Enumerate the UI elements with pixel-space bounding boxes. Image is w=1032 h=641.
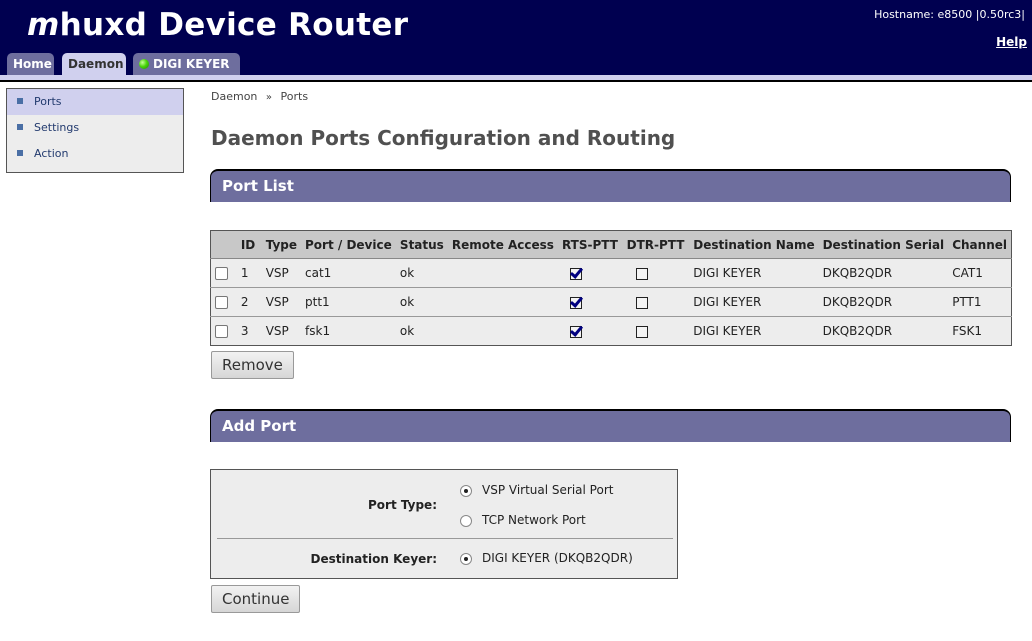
cell-remote-access <box>447 287 558 317</box>
tab-home[interactable]: Home <box>7 53 54 75</box>
section-title: Add Port <box>222 417 297 435</box>
port-type-vsp-radio[interactable]: VSP Virtual Serial Port <box>460 483 613 497</box>
dtr-ptt-checkbox[interactable] <box>635 296 648 309</box>
cell-remote-access <box>447 316 558 346</box>
cell-destination-serial: DKQB2QDR <box>818 316 949 346</box>
cell-destination-serial: DKQB2QDR <box>818 258 949 288</box>
rts-ptt-checkbox[interactable] <box>569 267 582 280</box>
port-list-section-header: Port List <box>210 169 1011 202</box>
page-title: Daemon Ports Configuration and Routing <box>211 126 676 150</box>
dtr-ptt-checkbox[interactable] <box>635 325 648 338</box>
table-row: 3 VSP fsk1 ok DIGI KEYER DKQB2QDR FSK1 <box>210 316 1012 346</box>
breadcrumb-separator: » <box>265 92 273 103</box>
cell-type: VSP <box>261 287 302 317</box>
sidebar-item-ports[interactable]: Ports <box>7 89 183 115</box>
radio-selected-icon <box>460 484 472 497</box>
breadcrumb: Daemon » Ports <box>211 90 308 103</box>
hostname-label: Hostname: e8500 |0.50rc3| <box>874 8 1025 21</box>
section-title: Port List <box>222 177 294 195</box>
col-device: Port / Device <box>301 230 396 259</box>
cell-id: 3 <box>236 316 262 346</box>
cell-device: fsk1 <box>301 316 396 346</box>
cell-id: 2 <box>236 287 262 317</box>
tab-daemon[interactable]: Daemon <box>62 53 126 75</box>
table-row: 2 VSP ptt1 ok DIGI KEYER DKQB2QDR PTT1 <box>210 287 1012 317</box>
rts-ptt-checkbox[interactable] <box>569 296 582 309</box>
add-port-section-header: Add Port <box>210 409 1011 442</box>
col-select <box>210 230 237 259</box>
row-select-checkbox[interactable] <box>215 267 228 280</box>
radio-selected-icon <box>460 552 472 565</box>
cell-channel: CAT1 <box>948 258 1012 288</box>
cell-remote-access <box>447 258 558 288</box>
cell-device: ptt1 <box>301 287 396 317</box>
table-row: 1 VSP cat1 ok DIGI KEYER DKQB2QDR CAT1 <box>210 258 1012 288</box>
form-divider <box>217 538 673 539</box>
col-rts-ptt: RTS-PTT <box>557 230 623 259</box>
table-header-row: ID Type Port / Device Status Remote Acce… <box>210 230 1012 259</box>
breadcrumb-ports: Ports <box>280 90 309 103</box>
port-type-label: Port Type: <box>368 498 437 512</box>
sidebar-item-settings[interactable]: Settings <box>7 115 183 141</box>
col-dtr-ptt: DTR-PTT <box>622 230 690 259</box>
sidebar: Ports Settings Action <box>6 88 184 173</box>
col-status: Status <box>395 230 448 259</box>
tab-daemon-label: Daemon <box>68 57 124 71</box>
cell-device: cat1 <box>301 258 396 288</box>
col-id: ID <box>236 230 262 259</box>
status-led-icon <box>139 59 149 69</box>
cell-destination-name: DIGI KEYER <box>689 287 819 317</box>
row-select-checkbox[interactable] <box>215 325 228 338</box>
cell-channel: FSK1 <box>948 316 1012 346</box>
radio-label: TCP Network Port <box>482 513 586 527</box>
tab-strip <box>0 75 1032 82</box>
col-destination-name: Destination Name <box>689 230 819 259</box>
radio-unselected-icon <box>460 514 472 527</box>
cell-destination-name: DIGI KEYER <box>689 316 819 346</box>
app-title-prefix: m <box>27 7 60 43</box>
bullet-icon <box>17 150 23 156</box>
sidebar-item-label: Action <box>34 147 69 160</box>
cell-id: 1 <box>236 258 262 288</box>
sidebar-item-label: Settings <box>34 121 80 134</box>
cell-type: VSP <box>261 258 302 288</box>
cell-destination-serial: DKQB2QDR <box>818 287 949 317</box>
cell-destination-name: DIGI KEYER <box>689 258 819 288</box>
bullet-icon <box>17 98 23 104</box>
bullet-icon <box>17 124 23 130</box>
rts-ptt-checkbox[interactable] <box>569 325 582 338</box>
sidebar-item-action[interactable]: Action <box>7 141 183 167</box>
port-type-tcp-radio[interactable]: TCP Network Port <box>460 513 586 527</box>
app-title-rest: huxd Device Router <box>59 7 409 43</box>
col-type: Type <box>261 230 302 259</box>
add-port-form: Port Type: VSP Virtual Serial Port TCP N… <box>210 469 678 579</box>
cell-status: ok <box>395 258 448 288</box>
col-destination-serial: Destination Serial <box>818 230 949 259</box>
col-remote-access: Remote Access <box>447 230 558 259</box>
app-title: mhuxd Device Router <box>27 7 408 43</box>
dtr-ptt-checkbox[interactable] <box>635 267 648 280</box>
sidebar-item-label: Ports <box>34 95 62 108</box>
cell-status: ok <box>395 287 448 317</box>
col-channel: Channel <box>948 230 1012 259</box>
row-select-checkbox[interactable] <box>215 296 228 309</box>
tab-digi-keyer[interactable]: DIGI KEYER <box>133 53 240 75</box>
tab-home-label: Home <box>13 57 52 71</box>
destination-keyer-label: Destination Keyer: <box>310 552 437 566</box>
cell-status: ok <box>395 316 448 346</box>
tab-digi-keyer-label: DIGI KEYER <box>153 57 230 71</box>
help-link[interactable]: Help <box>996 35 1027 49</box>
radio-label: DIGI KEYER (DKQB2QDR) <box>482 551 633 565</box>
breadcrumb-daemon[interactable]: Daemon <box>211 90 257 103</box>
app-header: mhuxd Device Router Hostname: e8500 |0.5… <box>0 0 1032 75</box>
radio-label: VSP Virtual Serial Port <box>482 483 614 497</box>
port-table: ID Type Port / Device Status Remote Acce… <box>210 230 1012 346</box>
remove-button[interactable]: Remove <box>211 351 294 379</box>
cell-type: VSP <box>261 316 302 346</box>
cell-channel: PTT1 <box>948 287 1012 317</box>
continue-button[interactable]: Continue <box>211 585 301 613</box>
destination-keyer-radio[interactable]: DIGI KEYER (DKQB2QDR) <box>460 551 633 565</box>
